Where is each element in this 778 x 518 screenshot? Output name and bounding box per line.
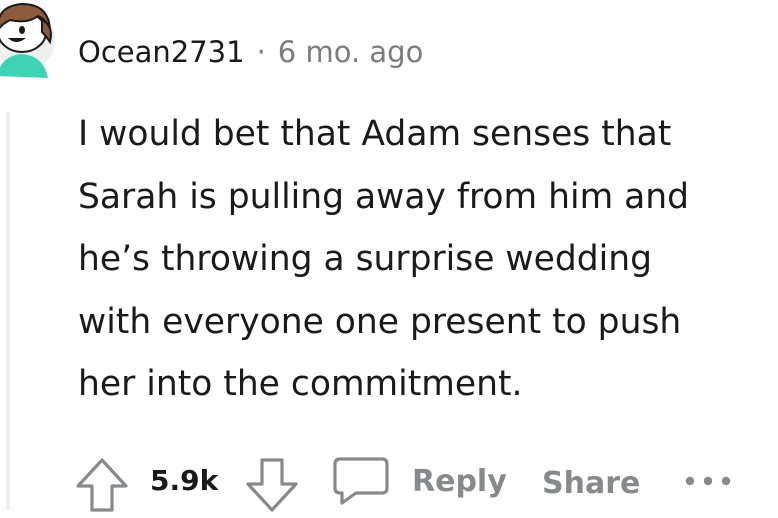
comment-action-bar: 5.9k Reply Share [70, 452, 778, 516]
meta-separator: · [256, 35, 266, 69]
share-button[interactable]: Share [542, 466, 640, 501]
more-dots-icon [685, 476, 731, 486]
comment-timestamp[interactable]: 6 mo. ago [278, 35, 424, 69]
downvote-button[interactable] [242, 456, 302, 514]
downvote-arrow-icon [246, 458, 298, 512]
comment-author[interactable]: Ocean2731 [78, 35, 245, 69]
comment-body-line: he’s throwing a surprise wedding [78, 239, 653, 279]
comment-body-line: with everyone one present to push [78, 301, 682, 342]
vote-score: 5.9k [150, 464, 219, 497]
comment-body-line: I would bet that Adam senses that [78, 114, 672, 154]
comment-body-line: Sarah is pulling away from him and [78, 176, 690, 217]
reply-label: Reply [412, 463, 507, 499]
thread-collapse-line[interactable] [6, 112, 10, 510]
comment-body-line: her into the commitment. [78, 364, 523, 404]
comment-bubble-icon [333, 457, 389, 505]
more-options-button[interactable] [682, 472, 734, 490]
upvote-arrow-icon [76, 458, 128, 512]
upvote-button[interactable] [74, 456, 130, 514]
snoo-avatar-icon [0, 2, 55, 78]
reply-button[interactable]: Reply [332, 456, 507, 506]
comment-body: I would bet that Adam senses that Sarah … [78, 103, 778, 416]
comment-header: Ocean2731 · 6 mo. ago [78, 30, 423, 74]
user-avatar[interactable] [0, 0, 58, 88]
